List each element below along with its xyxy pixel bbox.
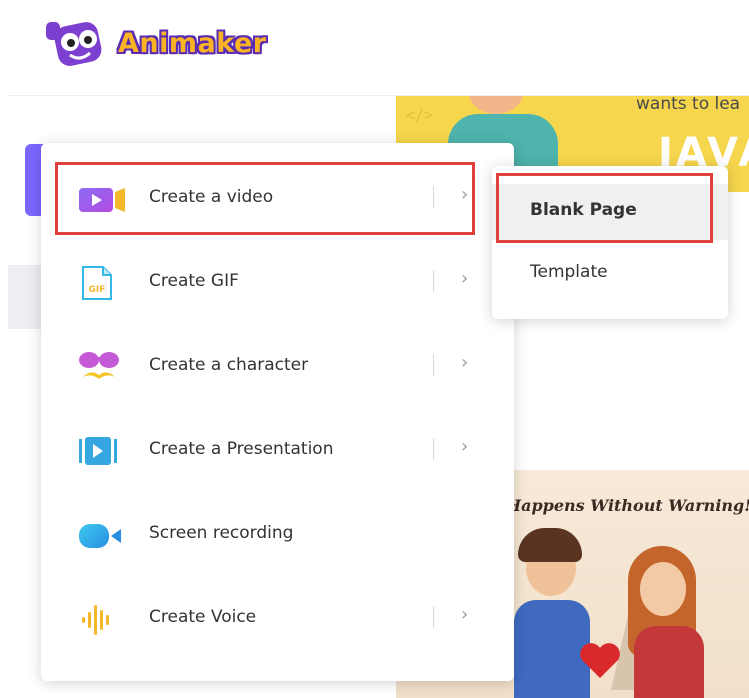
character-head [468,96,524,114]
chevron-right-icon: › [461,268,469,289]
menu-item-create-gif[interactable]: GIF Create GIF › [41,241,514,325]
menu-item-create-presentation[interactable]: Create a Presentation › [41,409,514,493]
animaker-logo[interactable]: Animaker [44,12,266,70]
menu-item-label: Create Voice [149,607,257,627]
voice-waveform-icon [82,605,109,635]
menu-item-separator [433,606,434,628]
menu-item-create-video[interactable]: Create a video › [41,157,514,241]
menu-item-separator [433,186,434,208]
chevron-right-icon: › [461,184,469,205]
logo-wordmark: Animaker [118,28,267,59]
menu-item-label: Create a video [149,187,274,207]
submenu-item-label: Blank Page [530,200,637,220]
menu-item-create-voice[interactable]: Create Voice › [41,577,514,661]
menu-item-label: Create a character [149,355,309,375]
submenu-item-blank-page[interactable]: Blank Page [492,184,728,240]
submenu-item-label: Template [530,262,608,282]
menu-item-label: Create GIF [149,271,239,291]
thumbnail-caption: wants to lea [636,96,741,114]
screen-recording-icon [79,524,121,548]
menu-item-separator [433,270,434,292]
chevron-right-icon: › [461,604,469,625]
menu-item-separator [433,438,434,460]
code-tag-text: </> [406,106,434,124]
chevron-right-icon: › [461,352,469,373]
character-glasses-icon [79,352,119,379]
create-video-submenu: Blank Page Template [492,166,728,319]
menu-item-screen-recording[interactable]: Screen recording [41,493,514,577]
gif-file-icon: GIF [82,266,112,300]
menu-item-separator [433,354,434,376]
girl-head [640,562,686,616]
create-dropdown-menu: Create a video › GIF Create GIF › Create… [41,143,514,681]
video-camera-icon [79,188,125,212]
svg-text:GIF: GIF [89,285,106,295]
menu-item-create-character[interactable]: Create a character › [41,325,514,409]
animaker-mascot-icon [46,22,102,66]
menu-item-label: Create a Presentation [149,439,334,459]
menu-item-label: Screen recording [149,523,294,543]
chevron-right-icon: › [461,436,469,457]
submenu-item-template[interactable]: Template [492,246,728,302]
boy-hair [518,528,582,562]
heart-icon [580,643,620,678]
girl-body [634,626,704,698]
presentation-play-icon [79,437,117,465]
thumbnail-headline: Happens Without Warning! [506,496,749,515]
